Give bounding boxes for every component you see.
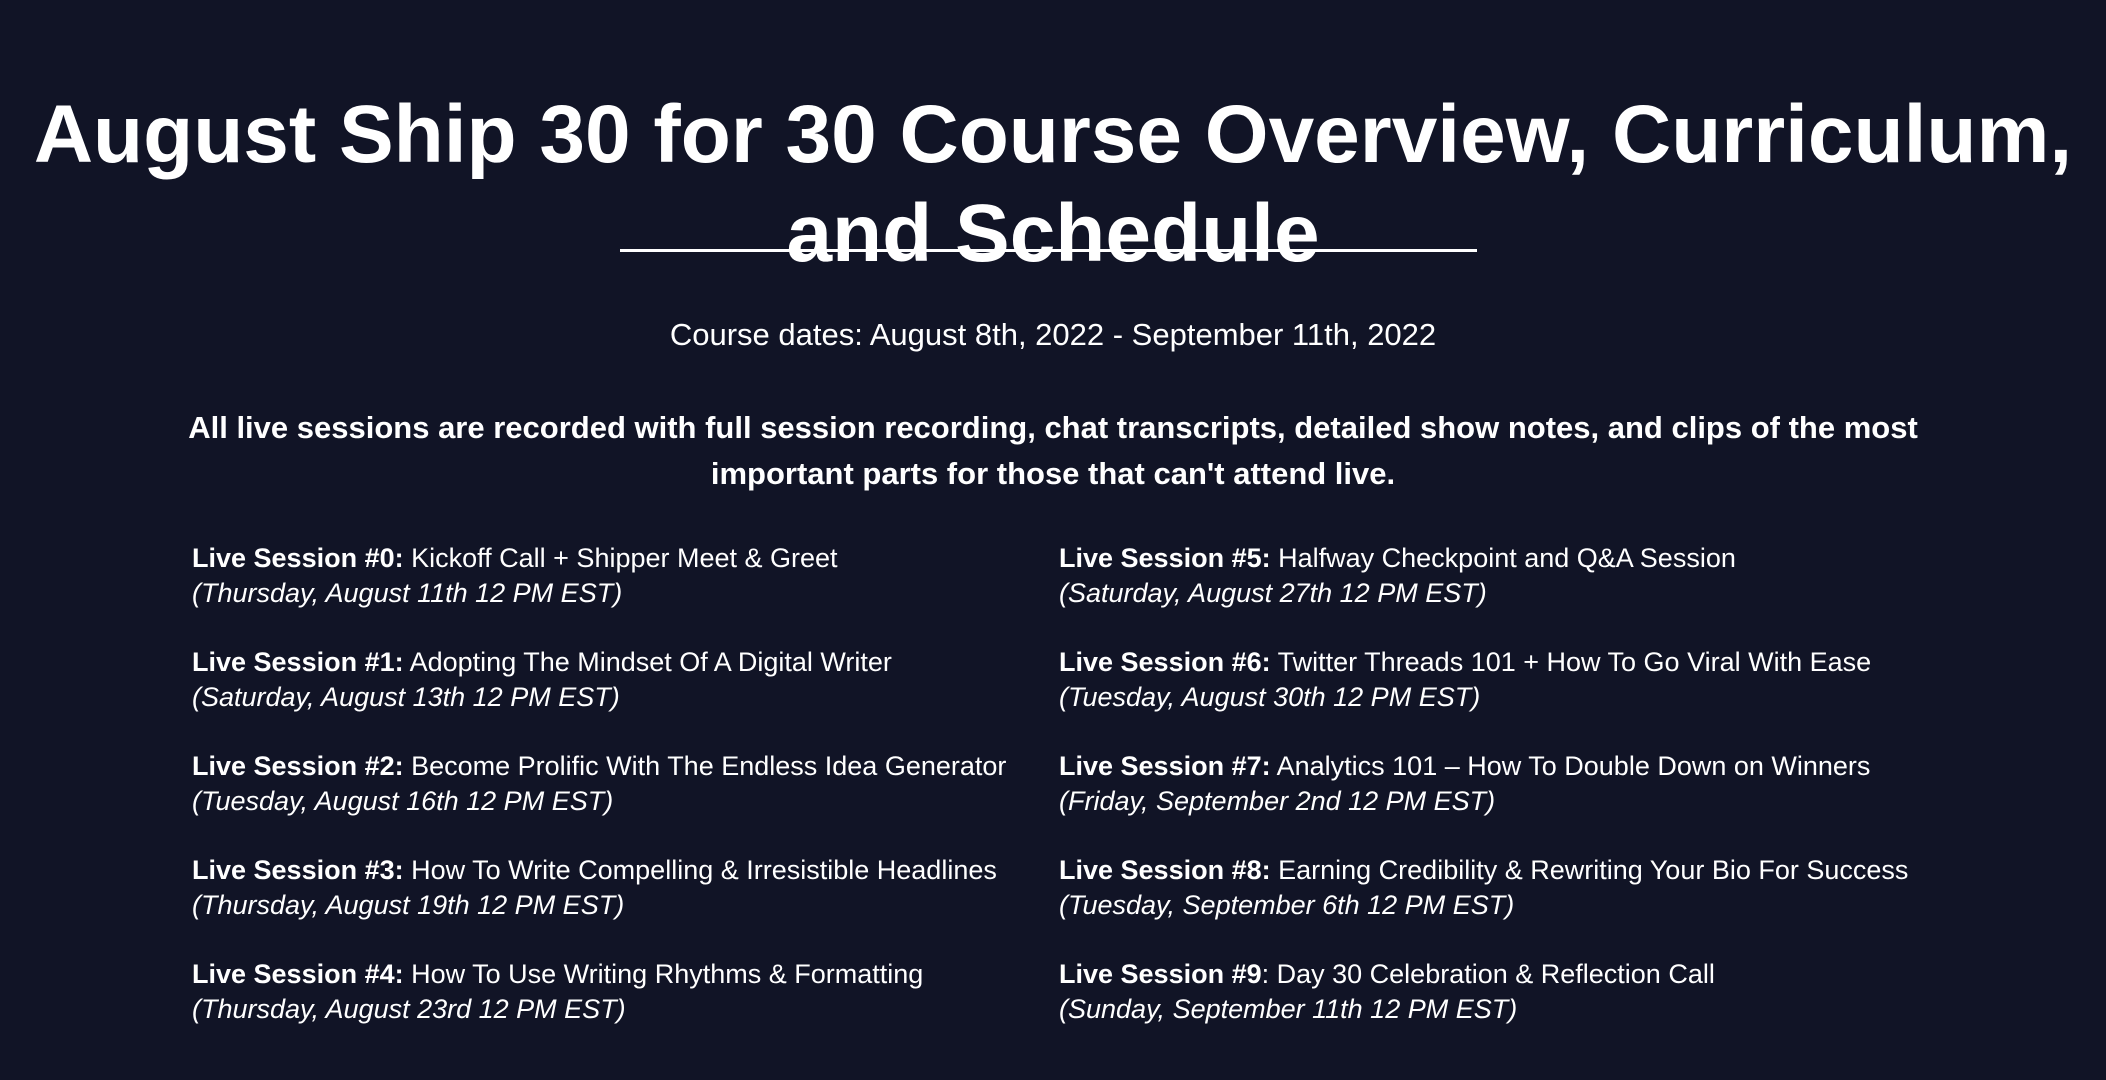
page-title-line-1: August Ship 30 for 30 Course Overview, C… xyxy=(33,88,2073,180)
recording-notice: All live sessions are recorded with full… xyxy=(180,405,1926,497)
session-topic: : Day 30 Celebration & Reflection Call xyxy=(1261,959,1715,989)
session-item-9: Live Session #9: Day 30 Celebration & Re… xyxy=(1059,957,1919,1061)
session-topic: Adopting The Mindset Of A Digital Writer xyxy=(403,647,892,677)
sessions-column-right: Live Session #5: Halfway Checkpoint and … xyxy=(1059,541,1919,1061)
session-topic: Analytics 101 – How To Double Down on Wi… xyxy=(1270,751,1871,781)
session-datetime: (Saturday, August 27th 12 PM EST) xyxy=(1059,578,1487,608)
session-item-5: Live Session #5: Halfway Checkpoint and … xyxy=(1059,541,1919,645)
session-item-2: Live Session #2: Become Prolific With Th… xyxy=(192,749,1052,853)
sessions-column-left: Live Session #0: Kickoff Call + Shipper … xyxy=(192,541,1052,1061)
session-item-0: Live Session #0: Kickoff Call + Shipper … xyxy=(192,541,1052,645)
session-topic: Earning Credibility & Rewriting Your Bio… xyxy=(1270,855,1909,885)
session-label: Live Session #7: xyxy=(1059,751,1271,781)
session-datetime: (Thursday, August 11th 12 PM EST) xyxy=(192,578,623,608)
session-item-1: Live Session #1: Adopting The Mindset Of… xyxy=(192,645,1052,749)
session-label: Live Session #0: xyxy=(192,543,404,573)
session-datetime: (Thursday, August 19th 12 PM EST) xyxy=(192,890,625,920)
session-item-7: Live Session #7: Analytics 101 – How To … xyxy=(1059,749,1919,853)
session-label: Live Session #8: xyxy=(1059,855,1271,885)
session-label: Live Session #9 xyxy=(1059,959,1262,989)
page-title-line-2: and Schedule xyxy=(786,187,1320,279)
session-label: Live Session #4: xyxy=(192,959,404,989)
session-topic: Twitter Threads 101 + How To Go Viral Wi… xyxy=(1270,647,1872,677)
session-label: Live Session #6: xyxy=(1059,647,1271,677)
session-datetime: (Sunday, September 11th 12 PM EST) xyxy=(1059,994,1518,1024)
course-dates: Course dates: August 8th, 2022 - Septemb… xyxy=(669,317,1437,352)
recording-notice-line-1: All live sessions are recorded with full… xyxy=(188,410,1918,445)
session-item-4: Live Session #4: How To Use Writing Rhyt… xyxy=(192,957,1052,1061)
session-item-8: Live Session #8: Earning Credibility & R… xyxy=(1059,853,1919,957)
session-item-6: Live Session #6: Twitter Threads 101 + H… xyxy=(1059,645,1919,749)
session-topic: Become Prolific With The Endless Idea Ge… xyxy=(403,751,1007,781)
title-divider xyxy=(620,249,1477,252)
page-title: August Ship 30 for 30 Course Overview, C… xyxy=(0,85,2106,283)
session-topic: How To Write Compelling & Irresistible H… xyxy=(403,855,997,885)
session-datetime: (Friday, September 2nd 12 PM EST) xyxy=(1059,786,1496,816)
session-topic: Kickoff Call + Shipper Meet & Greet xyxy=(403,543,838,573)
session-label: Live Session #5: xyxy=(1059,543,1271,573)
session-datetime: (Tuesday, September 6th 12 PM EST) xyxy=(1059,890,1515,920)
session-datetime: (Tuesday, August 16th 12 PM EST) xyxy=(192,786,614,816)
session-label: Live Session #2: xyxy=(192,751,404,781)
session-label: Live Session #1: xyxy=(192,647,404,677)
session-item-3: Live Session #3: How To Write Compelling… xyxy=(192,853,1052,957)
session-topic: How To Use Writing Rhythms & Formatting xyxy=(403,959,924,989)
session-datetime: (Saturday, August 13th 12 PM EST) xyxy=(192,682,620,712)
session-datetime: (Thursday, August 23rd 12 PM EST) xyxy=(192,994,626,1024)
session-topic: Halfway Checkpoint and Q&A Session xyxy=(1270,543,1736,573)
session-datetime: (Tuesday, August 30th 12 PM EST) xyxy=(1059,682,1481,712)
recording-notice-line-2: important parts for those that can't att… xyxy=(710,456,1396,491)
session-label: Live Session #3: xyxy=(192,855,404,885)
